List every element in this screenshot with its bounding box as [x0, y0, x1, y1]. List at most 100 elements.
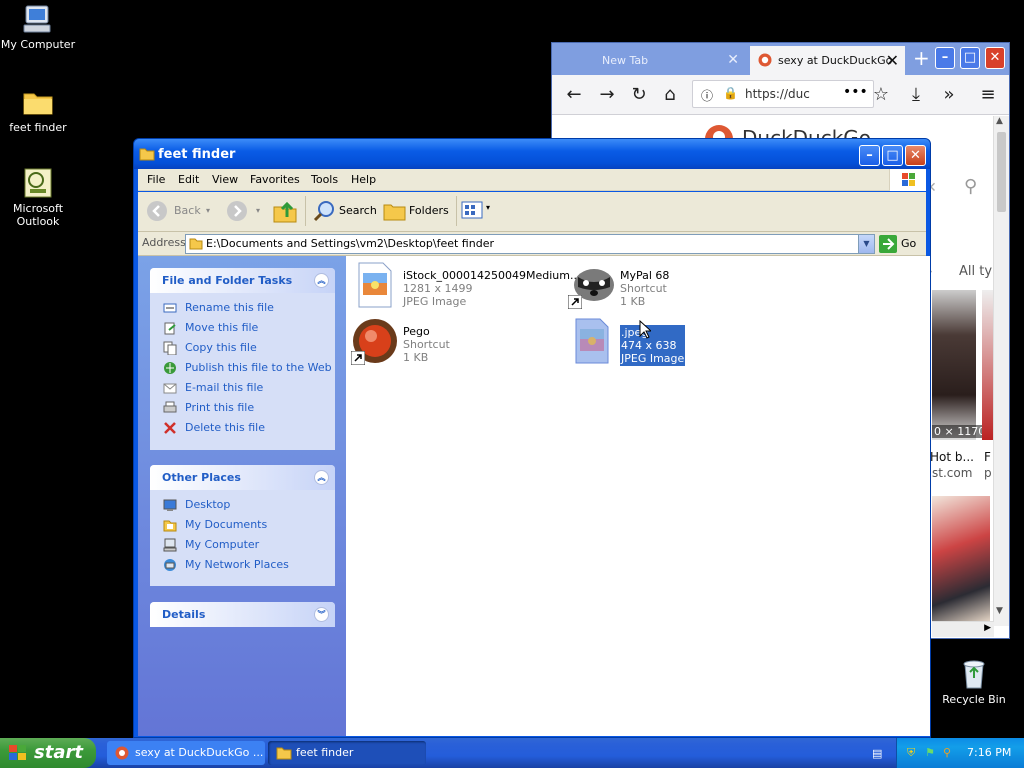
home-icon[interactable]: ⌂ [658, 85, 682, 105]
desktop-icon-outlook[interactable]: Microsoft Outlook [0, 167, 76, 228]
place-desktop[interactable]: Desktop [150, 495, 335, 515]
rename-icon [163, 303, 177, 313]
browser-scrollbar[interactable]: ▲ ▼ [993, 116, 1009, 626]
url-bar[interactable]: ⓘ 🔒 https://duc ••• [692, 80, 874, 108]
address-dropdown-button[interactable]: ▼ [858, 235, 874, 253]
menu-view[interactable]: View [212, 173, 238, 186]
desktop-icon [163, 499, 177, 511]
file-item-jpeg-selected[interactable]: .jpeg 474 x 638 JPEG Image [568, 317, 788, 369]
copy-icon [163, 341, 177, 355]
place-label: Desktop [185, 498, 231, 511]
security-shield-icon[interactable]: ⛨ [907, 738, 915, 768]
browser-tab-bar: New Tab ✕ sexy at DuckDuckGo ✕ + – □ ✕ [552, 43, 1009, 75]
taskbar-task-explorer[interactable]: feet finder [268, 741, 426, 765]
menu-file[interactable]: File [147, 173, 165, 186]
back-label: Back [174, 204, 201, 217]
horizontal-scrollbar[interactable]: ▶ [932, 621, 994, 637]
bookmark-star-icon[interactable]: ☆ [869, 85, 893, 105]
place-my-network-places[interactable]: My Network Places [150, 555, 335, 575]
network-icon[interactable]: ⚑ [925, 738, 935, 768]
go-button[interactable]: Go [879, 234, 923, 254]
minimize-button[interactable]: – [859, 145, 880, 166]
dropdown-arrow-icon[interactable]: ▾ [206, 198, 210, 224]
search-icon[interactable]: ⚲ [964, 176, 977, 197]
desktop-icon-my-computer[interactable]: My Computer [0, 3, 76, 51]
result-title[interactable]: F [984, 450, 991, 464]
overflow-chevron-icon[interactable]: » [937, 85, 961, 105]
minimize-button[interactable]: – [935, 47, 955, 69]
other-places-panel: Other Places ︽ Desktop My Documents My C… [150, 465, 335, 586]
close-button[interactable]: ✕ [985, 47, 1005, 69]
file-item-pego[interactable]: Pego Shortcut 1 KB [351, 317, 571, 369]
maximize-button[interactable]: □ [960, 47, 980, 69]
forward-button[interactable]: ▾ [224, 198, 264, 224]
image-size-caption: 0 × 1170 [932, 425, 988, 438]
image-result[interactable] [932, 496, 990, 622]
folders-button[interactable]: Folders [381, 197, 451, 225]
file-view[interactable]: iStock_000014250049Medium.... 1281 x 149… [346, 256, 930, 736]
task-delete-file[interactable]: Delete this file [150, 418, 335, 438]
task-print-file[interactable]: Print this file [150, 398, 335, 418]
tab-new-tab[interactable]: New Tab ✕ [592, 46, 747, 75]
menu-tools[interactable]: Tools [311, 173, 338, 186]
close-icon[interactable]: ✕ [727, 46, 739, 75]
task-rename-file[interactable]: Rename this file [150, 298, 335, 318]
back-button[interactable]: Back ▾ [144, 198, 214, 224]
menu-edit[interactable]: Edit [178, 173, 199, 186]
hamburger-menu-icon[interactable]: ≡ [976, 85, 1000, 105]
file-type: Shortcut [403, 338, 450, 351]
dropdown-arrow-icon[interactable]: ▾ [256, 206, 260, 215]
panel-header[interactable]: File and Folder Tasks ︽ [150, 268, 335, 293]
keyboard-icon[interactable]: ▤ [872, 747, 882, 760]
file-name: .jpeg [621, 326, 649, 339]
folders-label: Folders [409, 204, 449, 217]
collapse-chevron-icon[interactable]: ︽ [314, 273, 329, 288]
search-tray-icon[interactable]: ⚲ [943, 738, 951, 768]
menu-favorites[interactable]: Favorites [250, 173, 300, 186]
back-arrow-icon[interactable]: ← [562, 85, 586, 105]
reload-icon[interactable]: ↻ [627, 85, 651, 105]
collapse-chevron-icon[interactable]: ︽ [314, 470, 329, 485]
task-copy-file[interactable]: Copy this file [150, 338, 335, 358]
file-item-istock[interactable]: iStock_000014250049Medium.... 1281 x 149… [351, 261, 584, 313]
file-size: 1 KB [620, 295, 646, 308]
menu-help[interactable]: Help [351, 173, 376, 186]
downloads-icon[interactable]: ⤓ [904, 85, 928, 105]
panel-header[interactable]: Details ︾ [150, 602, 335, 627]
page-actions-icon[interactable]: ••• [843, 84, 868, 100]
explorer-window[interactable]: feet finder – □ ✕ File Edit View Favorit… [133, 138, 931, 738]
image-result[interactable] [932, 290, 976, 440]
search-button[interactable]: Search [310, 197, 378, 225]
forward-arrow-icon[interactable]: → [595, 85, 619, 105]
taskbar-task-browser[interactable]: sexy at DuckDuckGo ... [107, 741, 265, 765]
file-dimensions: 1281 x 1499 [403, 282, 473, 295]
result-title[interactable]: Hot b... [930, 450, 974, 464]
place-my-documents[interactable]: My Documents [150, 515, 335, 535]
task-email-file[interactable]: E-mail this file [150, 378, 335, 398]
place-my-computer[interactable]: My Computer [150, 535, 335, 555]
panel-header[interactable]: Other Places ︽ [150, 465, 335, 490]
views-button[interactable]: ▾ [460, 199, 496, 223]
up-folder-button[interactable] [271, 197, 299, 225]
start-button[interactable]: start [0, 738, 96, 768]
clock[interactable]: 7:16 PM [967, 738, 1011, 768]
address-field[interactable]: E:\Documents and Settings\vm2\Desktop\fe… [185, 234, 875, 254]
panel-title: Details [162, 608, 206, 621]
explorer-title-bar[interactable]: feet finder – □ ✕ [134, 139, 930, 169]
file-name: Pego [403, 325, 430, 338]
desktop-icon-feet-finder[interactable]: feet finder [0, 86, 76, 134]
new-tab-button[interactable]: + [913, 46, 930, 70]
dropdown-arrow-icon[interactable]: ▾ [486, 203, 490, 212]
file-item-mypal[interactable]: MyPal 68 Shortcut 1 KB [568, 261, 788, 313]
close-button[interactable]: ✕ [905, 145, 926, 166]
scrollbar-thumb[interactable] [997, 132, 1006, 212]
move-icon [164, 322, 176, 335]
close-icon[interactable]: ✕ [886, 46, 899, 75]
desktop-icon-recycle-bin[interactable]: Recycle Bin [936, 658, 1012, 706]
task-move-file[interactable]: Move this file [150, 318, 335, 338]
maximize-button[interactable]: □ [882, 145, 903, 166]
task-publish-file[interactable]: Publish this file to the Web [150, 358, 335, 378]
expand-chevron-icon[interactable]: ︾ [314, 607, 329, 622]
tab-duckduckgo[interactable]: sexy at DuckDuckGo ✕ [750, 46, 905, 75]
all-types-filter[interactable]: All ty [959, 264, 992, 279]
